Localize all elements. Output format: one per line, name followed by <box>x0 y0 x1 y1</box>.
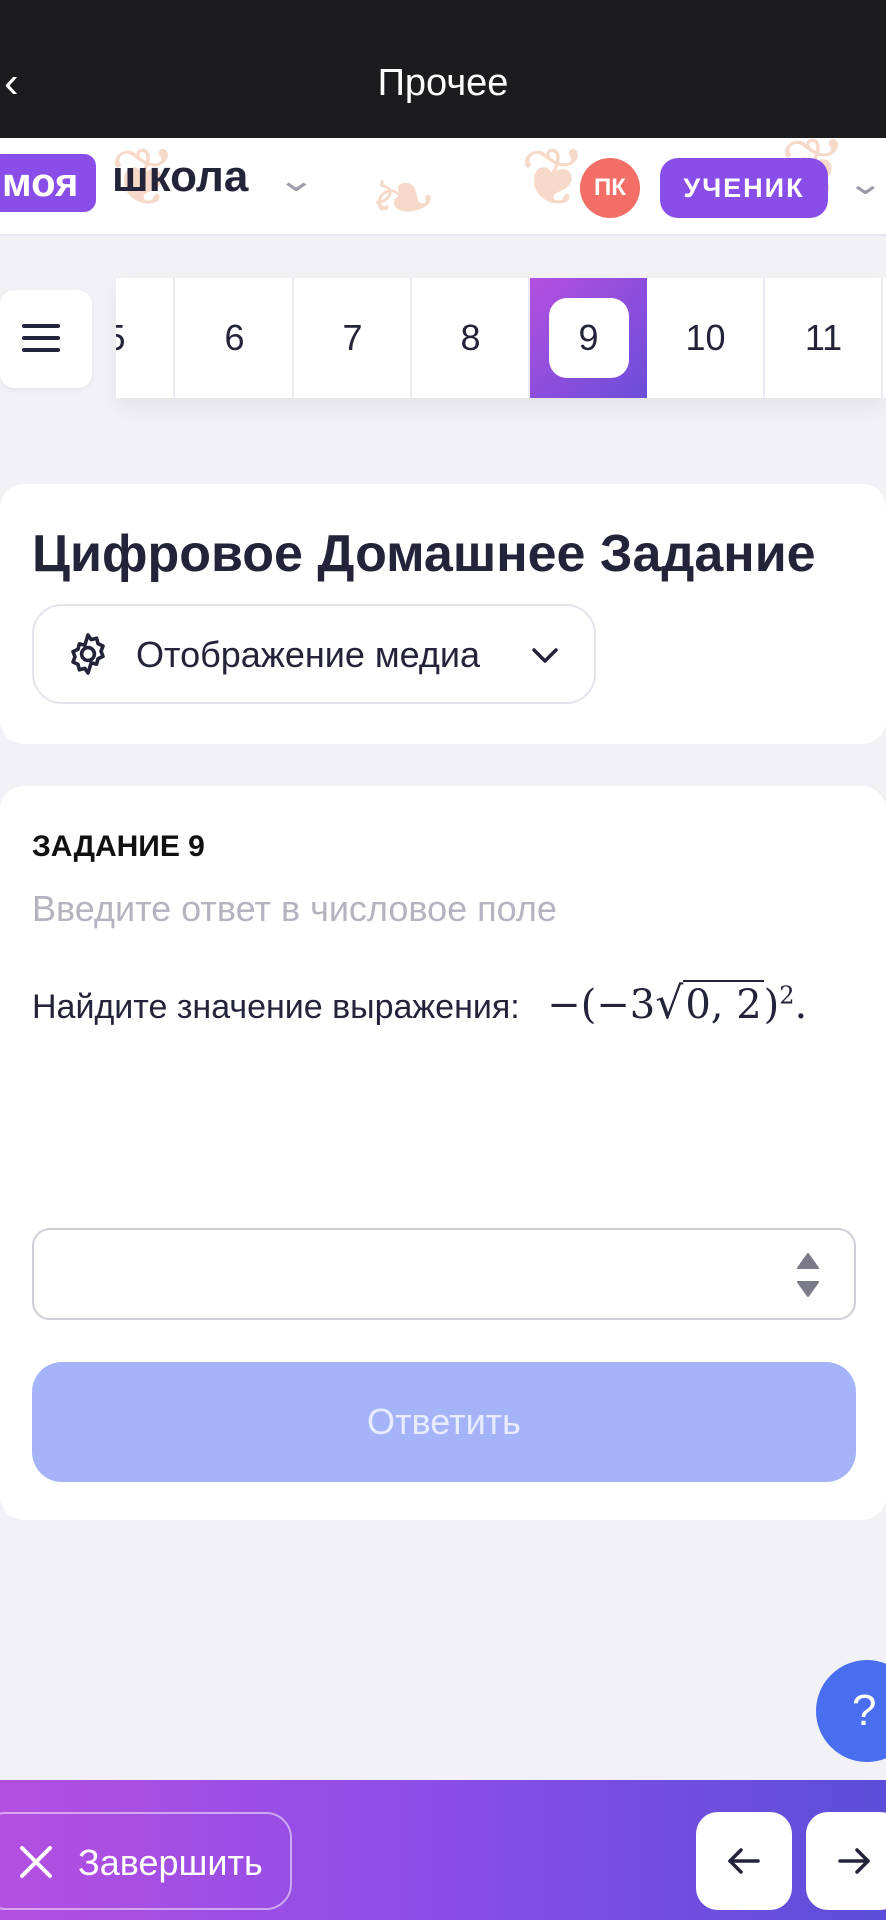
formula-end: . <box>794 982 808 1028</box>
page-item-9-active[interactable]: 9 <box>530 278 647 398</box>
question-text: Найдите значение выражения: <box>32 988 520 1026</box>
logo-shkola[interactable]: школа <box>112 152 248 202</box>
answer-number-field[interactable] <box>32 1228 856 1320</box>
math-formula: −(−3√0, 2)2. <box>547 978 808 1029</box>
homework-header-card: Цифровое Домашнее Задание Отображение ме… <box>0 484 886 744</box>
gear-icon <box>71 633 105 675</box>
formula-suffix: ) <box>763 982 780 1028</box>
chevron-down-icon[interactable]: ⌄ <box>276 160 316 200</box>
task-question: Найдите значение выражения: −(−3√0, 2)2. <box>32 978 807 1029</box>
formula-prefix: −(−3 <box>547 982 656 1028</box>
task-label: ЗАДАНИЕ 9 <box>32 830 205 863</box>
arrow-right-icon <box>838 1848 870 1874</box>
hamburger-menu-icon[interactable] <box>0 290 92 388</box>
help-button[interactable]: ? <box>816 1660 886 1762</box>
answer-input[interactable] <box>54 1246 774 1302</box>
stepper-up-icon[interactable] <box>796 1252 820 1270</box>
bottom-bar: Завершить <box>0 1780 886 1920</box>
leaf-decoration-icon: ❧ <box>370 153 438 236</box>
page-item-10[interactable]: 10 <box>648 278 765 398</box>
chevron-down-icon <box>532 648 558 663</box>
logo-moya[interactable]: моя <box>0 154 97 212</box>
leaf-decoration-icon: ❦ <box>520 138 588 222</box>
top-bar: ‹ Прочее <box>0 0 886 138</box>
arrow-left-icon <box>728 1848 760 1874</box>
page-title: Цифровое Домашнее Задание <box>32 525 816 583</box>
page-item-11[interactable]: 11 <box>766 278 883 398</box>
finish-label: Завершить <box>78 1842 263 1883</box>
submit-answer-button[interactable]: Ответить <box>32 1362 856 1482</box>
page-item-8[interactable]: 8 <box>413 278 530 398</box>
screen-title: Прочее <box>377 62 509 104</box>
media-select-label: Отображение медиа <box>136 634 481 675</box>
task-hint: Введите ответ в числовое поле <box>32 888 557 929</box>
role-button[interactable]: УЧЕНИК <box>660 158 828 218</box>
page-item-5[interactable]: 5 <box>116 278 175 398</box>
page-item-7[interactable]: 7 <box>295 278 412 398</box>
previous-task-button[interactable] <box>696 1812 792 1910</box>
brand-bar: ❦ ❧ ❦ ❦ моя школа ⌄ ПК УЧЕНИК ⌄ <box>0 138 886 236</box>
stepper-down-icon[interactable] <box>796 1280 820 1298</box>
finish-button[interactable]: Завершить <box>0 1812 292 1910</box>
page-item-label: 9 <box>548 298 629 378</box>
formula-exponent: 2 <box>779 981 795 1010</box>
sqrt: √0, 2 <box>655 978 764 1029</box>
next-task-button[interactable] <box>806 1812 886 1910</box>
media-display-select[interactable]: Отображение медиа <box>32 604 596 704</box>
formula-radicand: 0, 2 <box>683 980 764 1028</box>
page-item-6[interactable]: 6 <box>177 278 294 398</box>
close-icon <box>20 1846 52 1878</box>
avatar[interactable]: ПК <box>580 158 640 218</box>
chevron-down-icon[interactable]: ⌄ <box>847 164 885 202</box>
task-card: ЗАДАНИЕ 9 Введите ответ в числовое поле … <box>0 786 886 1520</box>
task-pager: 5 6 7 8 9 10 11 <box>116 278 886 398</box>
